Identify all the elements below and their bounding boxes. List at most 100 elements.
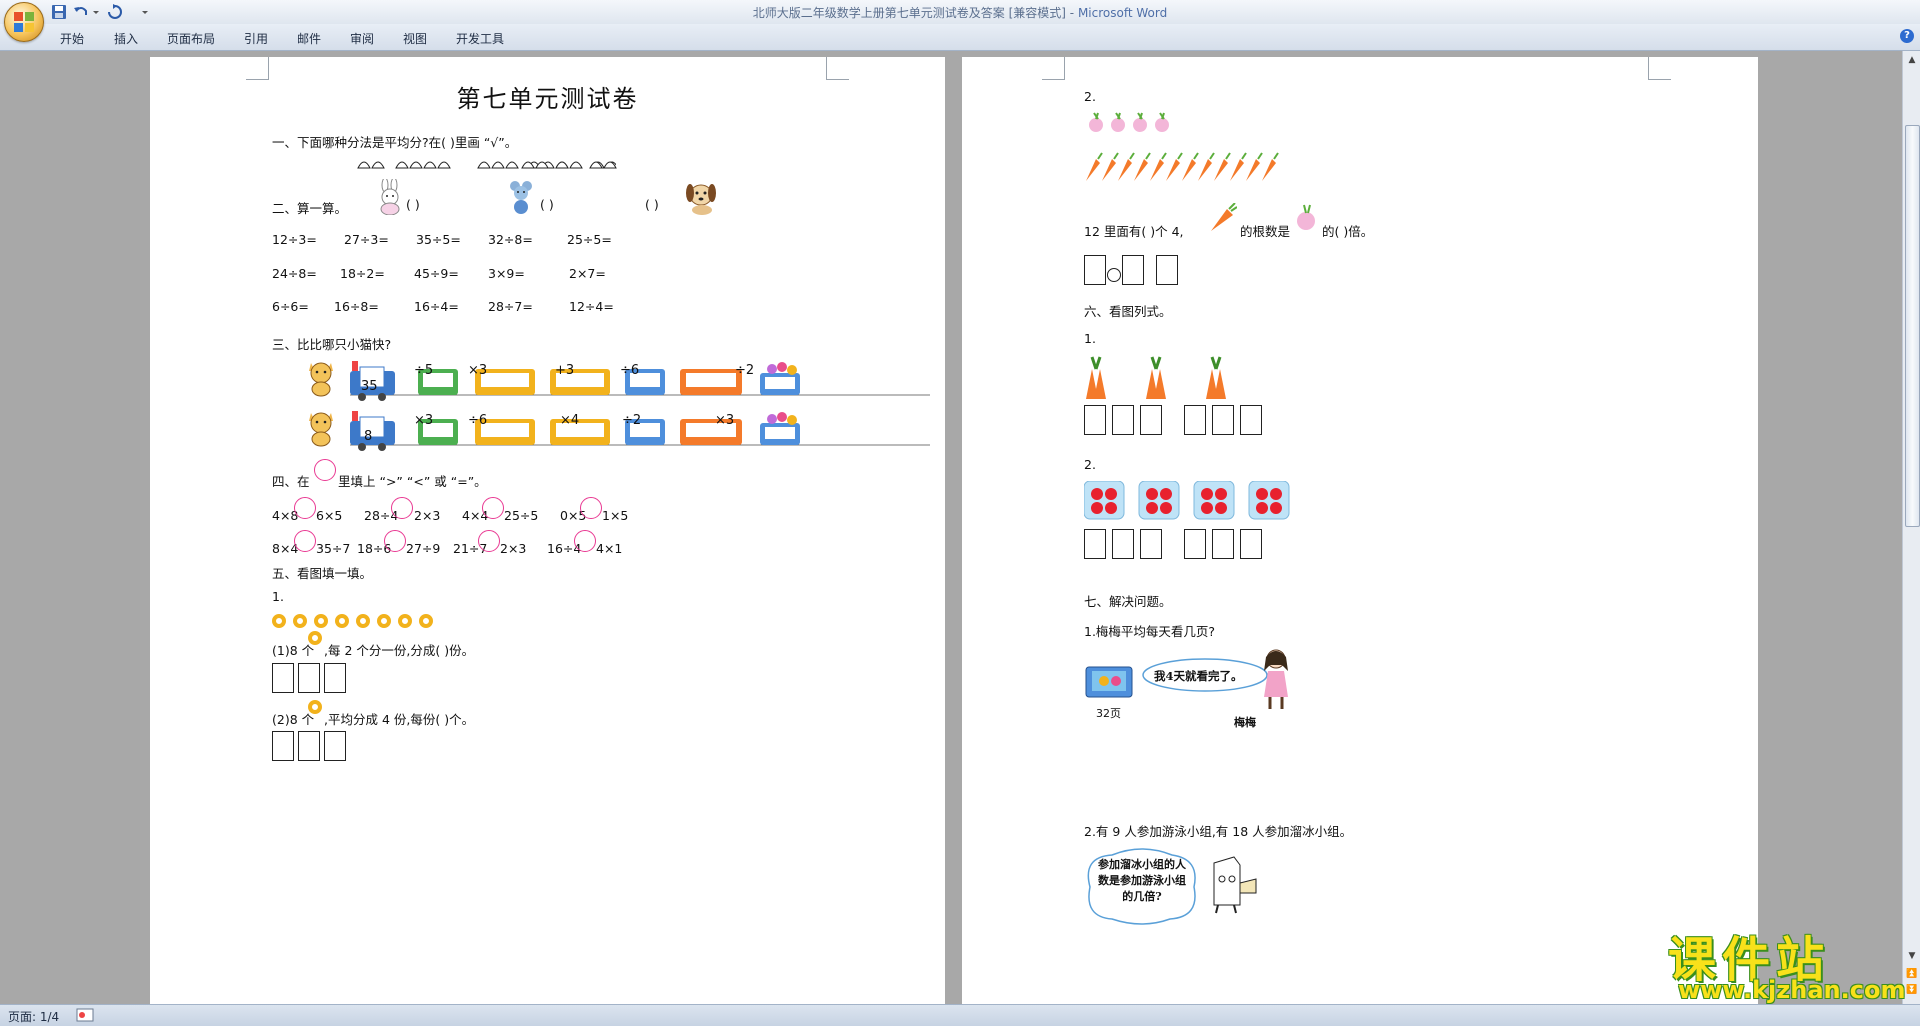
- scroll-up-icon[interactable]: ▲: [1906, 55, 1918, 65]
- ring-icon: [398, 614, 412, 628]
- margin-mark: [246, 57, 269, 80]
- compare-right: 2×3: [414, 508, 441, 523]
- girl-name-label: 梅梅: [1234, 716, 1256, 729]
- book-pages-label: 32页: [1096, 707, 1121, 720]
- calc-item: 45÷9=: [414, 266, 459, 281]
- macro-record-icon[interactable]: [76, 1008, 94, 1022]
- tab-mailings[interactable]: 邮件: [297, 30, 321, 47]
- watermark-url: www.kjzhan.com: [1678, 976, 1906, 1004]
- answer-box[interactable]: [298, 731, 320, 761]
- cat-2-image: [309, 412, 333, 447]
- compare-circle-icon: [314, 459, 336, 481]
- answer-box[interactable]: [1112, 405, 1134, 435]
- answer-box[interactable]: [1084, 529, 1106, 559]
- page-2[interactable]: 2. 12 里面有( )个 4, 的根数是 的( )倍。 六、看图列式。 1.: [962, 57, 1758, 1004]
- answer-box[interactable]: [1140, 405, 1162, 435]
- operator-circle[interactable]: [1107, 268, 1121, 282]
- train-op: ÷2: [622, 413, 642, 428]
- answer-box[interactable]: [1122, 255, 1144, 285]
- answer-box[interactable]: [1184, 529, 1206, 559]
- carrot-bunches-image: [1086, 356, 1226, 399]
- answer-box[interactable]: [1240, 529, 1262, 559]
- answer-box[interactable]: [272, 731, 294, 761]
- answer-blank-1[interactable]: ( ): [406, 197, 420, 212]
- help-icon[interactable]: ?: [1900, 29, 1914, 43]
- question-2-text-c: 的( )倍。: [1322, 224, 1374, 239]
- mouse-image: [510, 181, 532, 214]
- answer-blank-3[interactable]: ( ): [645, 197, 659, 212]
- page-1[interactable]: 第七单元测试卷 一、下面哪种分法是平均分?在( )里画 “√”。 ( ) ()…: [150, 57, 945, 1004]
- train-2-start-value: 8: [364, 429, 373, 444]
- tab-review[interactable]: 审阅: [350, 30, 374, 47]
- problem-1-text: 1.梅梅平均每天看几页?: [1084, 624, 1216, 639]
- customize-toolbar-icon[interactable]: [140, 3, 150, 21]
- answer-box[interactable]: [1112, 529, 1134, 559]
- calc-item: 32÷8=: [488, 232, 533, 247]
- train-op: ÷6: [620, 363, 640, 378]
- question-2-text-a: 12 里面有( )个 4,: [1084, 224, 1184, 239]
- compare-right: 35÷7: [316, 541, 351, 556]
- train-op: +3: [555, 363, 575, 378]
- answer-blank-2[interactable]: ( ): [540, 197, 554, 212]
- dog-image: [686, 184, 716, 215]
- question-2-text-b: 的根数是: [1240, 224, 1291, 239]
- answer-box[interactable]: [1212, 529, 1234, 559]
- compare-circle[interactable]: [482, 497, 504, 519]
- answer-box[interactable]: [1184, 405, 1206, 435]
- compare-circle[interactable]: [294, 497, 316, 519]
- ring-icon: [335, 614, 349, 628]
- answer-box[interactable]: [1240, 405, 1262, 435]
- site-watermark: 课件站 www.kjzhan.com: [1668, 920, 1908, 1006]
- calc-item: 2×7=: [569, 266, 606, 281]
- ring-icon: [314, 614, 328, 628]
- undo-dropdown-icon[interactable]: [92, 3, 100, 21]
- compare-circle[interactable]: [294, 530, 316, 552]
- section-3-heading: 三、比比哪只小猫快?: [272, 337, 392, 352]
- train-op: ÷6: [468, 413, 488, 428]
- tab-home[interactable]: 开始: [60, 30, 84, 47]
- scrollbar-thumb[interactable]: [1905, 125, 1920, 527]
- ribbon-tabs: 开始 插入 页面布局 引用 邮件 审阅 视图 开发工具: [0, 24, 1920, 51]
- calc-item: 16÷4=: [414, 299, 459, 314]
- part-1-text-a: (1)8 个: [272, 643, 315, 658]
- margin-mark: [826, 57, 849, 80]
- answer-box[interactable]: [1212, 405, 1234, 435]
- vertical-scrollbar[interactable]: ▲ ▼ ⏫ ⏬: [1902, 51, 1920, 1004]
- answer-box[interactable]: [1084, 405, 1106, 435]
- answer-box[interactable]: [1156, 255, 1178, 285]
- compare-circle[interactable]: [384, 530, 406, 552]
- redo-icon[interactable]: [106, 3, 124, 21]
- tab-developer[interactable]: 开发工具: [456, 30, 504, 47]
- answer-box[interactable]: [1140, 529, 1162, 559]
- compare-circle[interactable]: [580, 497, 602, 519]
- section-4-heading-a: 四、在: [272, 474, 310, 489]
- answer-box[interactable]: [272, 663, 294, 693]
- tab-view[interactable]: 视图: [403, 30, 427, 47]
- peach-group-3-image: [521, 161, 617, 169]
- undo-icon[interactable]: [72, 3, 90, 21]
- answer-box[interactable]: [1084, 255, 1106, 285]
- title-bar: 北师大版二年级数学上册第七单元测试卷及答案 [兼容模式] - Microsoft…: [0, 0, 1920, 24]
- margin-mark: [1042, 57, 1065, 80]
- compare-circle[interactable]: [391, 497, 413, 519]
- page-count-label[interactable]: 页面: 1/4: [8, 1008, 59, 1025]
- answer-box[interactable]: [324, 731, 346, 761]
- office-button[interactable]: [4, 2, 44, 42]
- train-op: ×3: [414, 413, 434, 428]
- radish-icon: [1297, 204, 1315, 230]
- compare-circle[interactable]: [574, 530, 596, 552]
- rabbit-image: [380, 179, 400, 215]
- ring-icon: [308, 631, 322, 645]
- tab-insert[interactable]: 插入: [114, 30, 138, 47]
- answer-box[interactable]: [298, 663, 320, 693]
- train-op: ×3: [468, 363, 488, 378]
- save-icon[interactable]: [50, 3, 68, 21]
- train-op: ×4: [560, 413, 580, 428]
- radishes-and-carrots-image: [1086, 112, 1279, 181]
- answer-box[interactable]: [324, 663, 346, 693]
- tab-page-layout[interactable]: 页面布局: [167, 30, 215, 47]
- tab-references[interactable]: 引用: [244, 30, 268, 47]
- ring-icon: [356, 614, 370, 628]
- compare-circle[interactable]: [478, 530, 500, 552]
- train-op: ×3: [715, 413, 735, 428]
